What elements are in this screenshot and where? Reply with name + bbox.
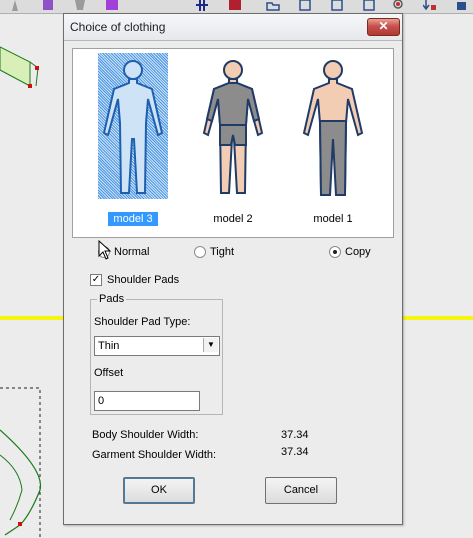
shoulder-pad-type-select[interactable]: Thin ▼ bbox=[94, 336, 220, 356]
radio-label: Normal bbox=[114, 246, 150, 258]
radio-label: Tight bbox=[210, 246, 235, 258]
body-shoulder-width-value: 37.34 bbox=[281, 429, 309, 441]
model-option-1[interactable]: model 1 bbox=[296, 53, 370, 231]
body-shoulder-width-label: Body Shoulder Width: bbox=[92, 429, 199, 441]
radio-button[interactable] bbox=[329, 246, 341, 258]
shoulder-pad-type-label: Shoulder Pad Type: bbox=[94, 316, 191, 328]
checkbox[interactable]: ✓ bbox=[90, 274, 102, 286]
model-label: model 1 bbox=[313, 213, 353, 225]
dialog-titlebar[interactable]: Choice of clothing ✕ bbox=[64, 14, 402, 41]
select-value: Thin bbox=[98, 340, 120, 352]
ok-button[interactable]: OK bbox=[123, 477, 195, 504]
offset-input[interactable]: 0 bbox=[94, 391, 200, 411]
radio-label: Copy bbox=[345, 246, 371, 258]
radio-button[interactable] bbox=[194, 246, 206, 258]
cancel-button[interactable]: Cancel bbox=[265, 477, 337, 504]
pads-legend: Pads bbox=[97, 293, 127, 305]
dialog-title: Choice of clothing bbox=[70, 20, 166, 34]
model-option-2[interactable]: model 2 bbox=[196, 53, 270, 231]
chevron-down-icon[interactable]: ▼ bbox=[203, 338, 218, 352]
close-button[interactable]: ✕ bbox=[367, 18, 400, 36]
figure-trousers-icon bbox=[302, 60, 364, 196]
offset-label: Offset bbox=[94, 367, 124, 379]
model-label: model 2 bbox=[213, 213, 253, 225]
choice-of-clothing-dialog: Choice of clothing ✕ model 3 model 2 mod… bbox=[63, 13, 403, 525]
model-option-3[interactable]: model 3 bbox=[96, 53, 170, 231]
garment-shoulder-width-value: 37.34 bbox=[281, 446, 309, 458]
pads-group: Pads Shoulder Pad Type: Thin ▼ Offset 0 bbox=[90, 293, 223, 415]
figure-bodysuit-icon bbox=[102, 60, 164, 194]
offset-value: 0 bbox=[98, 395, 105, 407]
model-selection-panel: model 3 model 2 model 1 bbox=[72, 48, 394, 238]
mouse-cursor-icon bbox=[98, 240, 112, 260]
figure-shirt-shorts-icon bbox=[202, 60, 264, 194]
model-label: model 3 bbox=[96, 212, 170, 226]
checkbox-label: Shoulder Pads bbox=[107, 274, 180, 286]
garment-shoulder-width-label: Garment Shoulder Width: bbox=[92, 449, 217, 461]
